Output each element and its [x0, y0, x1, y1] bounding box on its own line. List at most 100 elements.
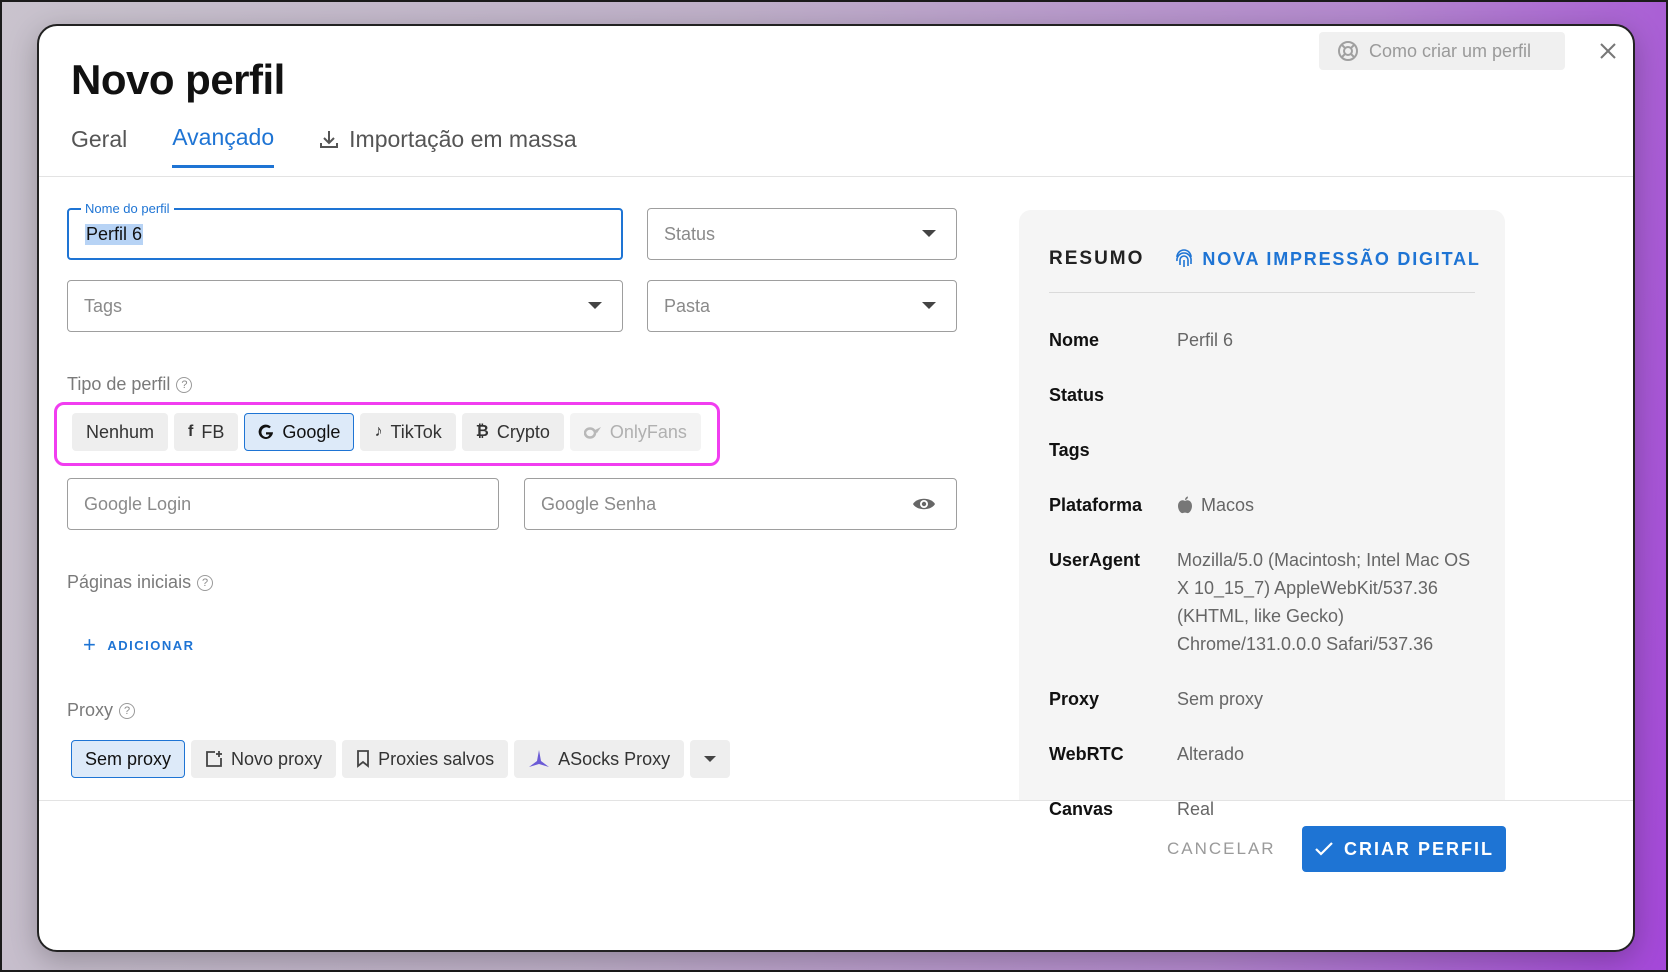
summary-key: Status — [1049, 385, 1105, 405]
profile-type-fb[interactable]: f FB — [174, 413, 239, 451]
google-login-field[interactable]: Google Login — [67, 478, 499, 530]
chevron-down-icon — [922, 230, 936, 237]
summary-title: RESUMO — [1049, 248, 1145, 269]
summary-row-status: Status — [1049, 381, 1479, 409]
chip-label: TikTok — [390, 421, 442, 442]
fingerprint-icon — [1176, 249, 1193, 267]
section-label-text: Páginas iniciais — [67, 572, 192, 592]
help-button-label: Como criar um perfil — [1369, 40, 1532, 61]
create-profile-button[interactable]: CRIAR PERFIL — [1302, 826, 1506, 872]
profile-type-google[interactable]: Google — [244, 413, 355, 451]
profile-type-options: Nenhum f FB Google ♪ TikTok ₿ Crypto OnlyFa… — [72, 413, 701, 451]
summary-key: Plataforma — [1049, 495, 1143, 515]
dialog-title: Novo perfil — [71, 56, 285, 103]
tab-bar: Geral Avançado Importação em massa — [71, 124, 577, 168]
summary-row-webrtc: WebRTC Alterado — [1049, 740, 1479, 768]
summary-key: WebRTC — [1049, 744, 1124, 764]
help-circle-icon[interactable]: ? — [119, 702, 136, 719]
status-placeholder: Status — [664, 223, 716, 244]
summary-divider — [1049, 292, 1475, 293]
chip-label: Sem proxy — [85, 748, 172, 769]
apple-icon — [1178, 496, 1192, 514]
profile-type-onlyfans[interactable]: OnlyFans — [569, 413, 701, 451]
add-box-icon — [206, 751, 223, 767]
profile-type-label: Tipo de perfil ? — [67, 374, 193, 395]
proxy-option-none[interactable]: Sem proxy — [71, 740, 186, 778]
tiktok-icon: ♪ — [374, 423, 383, 440]
profile-name-field[interactable]: Nome do perfil Perfil 6 — [67, 201, 623, 260]
how-to-create-profile-button[interactable]: Como criar um perfil — [1319, 32, 1565, 70]
summary-key: Nome — [1049, 330, 1100, 350]
tags-select[interactable]: Tags — [67, 280, 623, 332]
tab-label: Importação em massa — [349, 125, 577, 152]
proxy-option-saved[interactable]: Proxies salvos — [342, 740, 509, 778]
download-icon — [320, 131, 339, 148]
eye-icon[interactable] — [912, 494, 936, 514]
summary-row-nome: Nome Perfil 6 — [1049, 326, 1479, 354]
facebook-icon: f — [188, 423, 194, 440]
profile-name-label: Nome do perfil — [81, 201, 174, 216]
new-fingerprint-button[interactable]: NOVA IMPRESSÃO DIGITAL — [1174, 249, 1480, 270]
proxy-option-new[interactable]: Novo proxy — [191, 740, 337, 778]
chevron-down-icon — [588, 302, 602, 309]
summary-key: Tags — [1049, 440, 1090, 460]
new-fingerprint-label: NOVA IMPRESSÃO DIGITAL — [1202, 248, 1481, 269]
add-start-page-button[interactable]: + ADICIONAR — [83, 632, 195, 658]
chip-label: Proxies salvos — [378, 748, 495, 769]
profile-type-nenhum[interactable]: Nenhum — [72, 413, 169, 451]
profile-type-crypto[interactable]: ₿ Crypto — [461, 413, 564, 451]
summary-header: RESUMO NOVA IMPRESSÃO DIGITAL — [1049, 248, 1481, 270]
summary-row-plataforma: Plataforma Macos — [1049, 491, 1479, 519]
chip-label: OnlyFans — [609, 421, 687, 442]
chevron-down-icon — [922, 302, 936, 309]
summary-row-tags: Tags — [1049, 436, 1479, 464]
tags-placeholder: Tags — [84, 295, 123, 316]
summary-panel: RESUMO NOVA IMPRESSÃO DIGITAL Nome Perfil… — [1019, 210, 1505, 819]
chip-label: Google — [282, 421, 341, 442]
status-select[interactable]: Status — [647, 208, 957, 260]
summary-key: UserAgent — [1049, 550, 1141, 570]
summary-value: Perfil 6 — [1177, 330, 1234, 350]
proxy-label: Proxy ? — [67, 700, 136, 721]
chip-label: Crypto — [496, 421, 550, 442]
google-icon — [259, 424, 274, 439]
summary-rows: Nome Perfil 6 Status Tags Plataforma Macos… — [1049, 326, 1479, 850]
tab-importacao-em-massa[interactable]: Importação em massa — [319, 124, 577, 168]
summary-row-proxy: Proxy Sem proxy — [1049, 685, 1479, 713]
proxy-more-dropdown[interactable] — [690, 740, 731, 778]
tabs-divider — [39, 176, 1633, 177]
profile-type-tiktok[interactable]: ♪ TikTok — [360, 413, 456, 451]
bookmark-icon — [357, 750, 369, 768]
summary-value: Macos — [1177, 491, 1254, 519]
proxy-option-asocks[interactable]: ASocks Proxy — [514, 740, 685, 778]
start-pages-label: Páginas iniciais ? — [67, 572, 214, 593]
chip-label: Nenhum — [86, 421, 155, 442]
help-circle-icon[interactable]: ? — [197, 574, 214, 591]
tab-geral[interactable]: Geral — [71, 124, 127, 168]
summary-row-useragent: UserAgent Mozilla/5.0 (Macintosh; Intel M… — [1049, 546, 1479, 658]
platform-value: Macos — [1201, 495, 1255, 515]
plus-icon: + — [83, 632, 98, 657]
cancel-button[interactable]: CANCELAR — [1167, 839, 1276, 859]
new-profile-dialog: Novo perfil Como criar um perfil Geral A… — [37, 24, 1635, 952]
google-password-placeholder: Google Senha — [541, 493, 657, 514]
check-icon — [1315, 842, 1333, 856]
chevron-down-icon — [704, 756, 717, 762]
proxy-options: Sem proxy Novo proxy Proxies salvos ASoc… — [71, 740, 731, 778]
tab-avancado[interactable]: Avançado — [172, 124, 275, 168]
asocks-logo-icon — [529, 750, 550, 767]
summary-value: Sem proxy — [1177, 689, 1264, 709]
folder-select[interactable]: Pasta — [647, 280, 957, 332]
help-circle-icon[interactable]: ? — [176, 376, 193, 393]
bitcoin-icon: ₿ — [475, 423, 489, 440]
chip-label: ASocks Proxy — [558, 748, 671, 769]
tab-label: Geral — [71, 125, 128, 152]
section-label-text: Proxy — [67, 700, 114, 720]
lifebuoy-icon — [1338, 41, 1358, 61]
section-label-text: Tipo de perfil — [67, 374, 171, 394]
add-button-label: ADICIONAR — [107, 637, 195, 653]
tab-label: Avançado — [172, 124, 275, 150]
google-password-field[interactable]: Google Senha — [524, 478, 957, 530]
close-icon[interactable] — [1595, 38, 1621, 64]
summary-value: Mozilla/5.0 (Macintosh; Intel Mac OS X 1… — [1177, 550, 1471, 654]
